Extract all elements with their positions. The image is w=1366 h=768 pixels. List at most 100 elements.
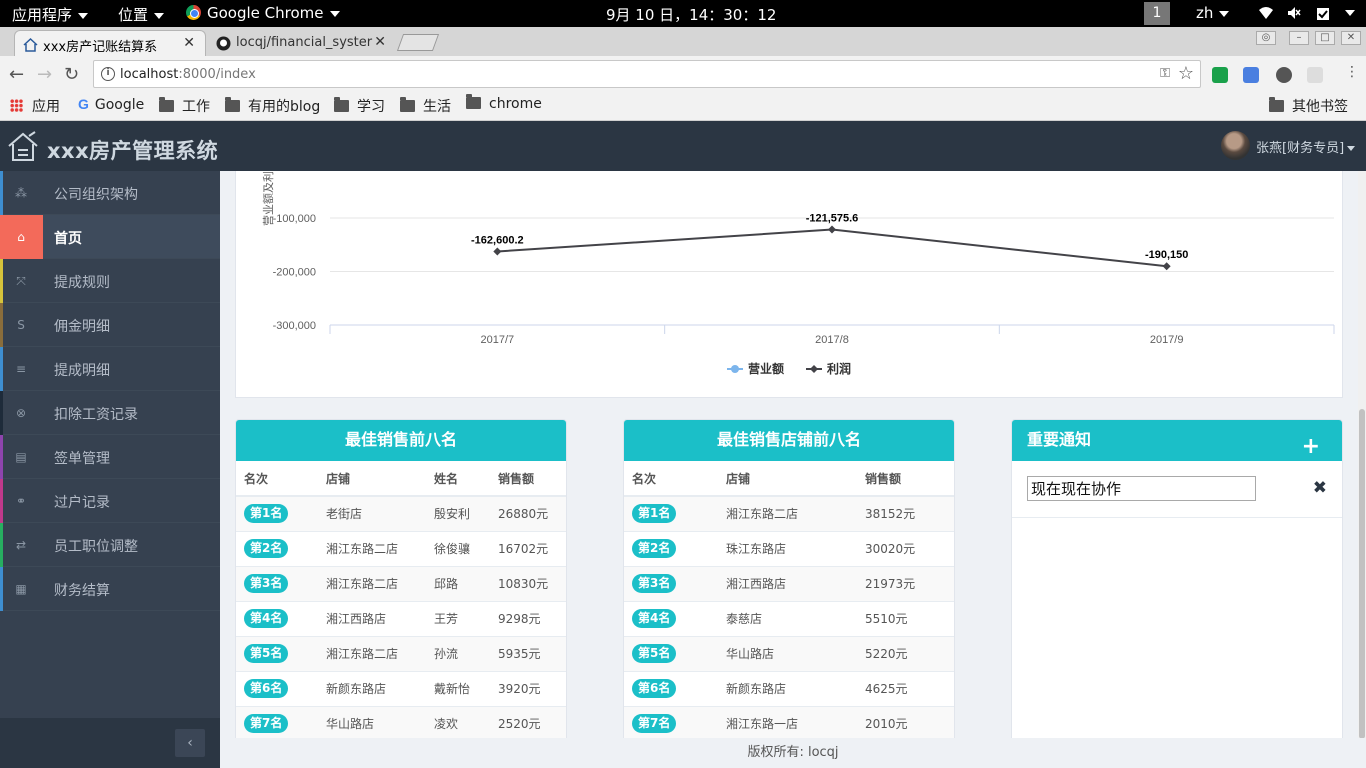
panel-title: 重要通知 [1027,430,1092,449]
table-cell: 10830元 [490,566,566,602]
sidebar-item[interactable]: ⁂ 公司组织架构 [0,171,220,215]
tab-github[interactable]: locqj/financial_syster ✕ [208,30,396,56]
table-cell: 4625元 [857,671,954,707]
collapse-sidebar-button[interactable]: ‹ [175,729,205,757]
column-header: 名次 [236,461,318,497]
sidebar-item[interactable]: ⊗ 扣除工资记录 [0,391,220,435]
key-icon[interactable]: ⚿ [1160,66,1170,81]
profile-icon[interactable]: ◎ [1256,31,1276,45]
table-row: 第4名 湘江西路店 王芳 9298元 [236,601,566,637]
table-row: 第1名 老街店 殷安利 26880元 [236,496,566,532]
close-tab-icon[interactable]: ✕ [374,34,386,50]
tab-title: locqj/financial_syster [236,35,373,50]
legend-dot-revenue [731,365,739,373]
sidebar-item[interactable]: ▦ 财务结算 [0,567,220,611]
link-icon: ⚭ [15,494,27,508]
close-tab-icon[interactable]: ✕ [183,35,195,51]
sidebar-item[interactable]: ⇄ 员工职位调整 [0,523,220,567]
item-stripe [0,303,3,347]
rank-cell: 第5名 [624,636,718,672]
bookmark-folder-study[interactable]: 学习 [334,96,385,116]
user-avatar[interactable] [1221,131,1250,160]
bookmark-folder-life[interactable]: 生活 [400,96,451,116]
user-menu[interactable]: 张燕[财务专员] [1256,137,1356,156]
sidebar: ⁂ 公司组织架构 ⌂ 首页 ⤧ 提成规则 S 佣金明细 ≡ 提成明细 ⊗ 扣除工资记录 ▤ 签单管理 ⚭ 过户… [0,171,220,768]
sidebar-item[interactable]: S 佣金明细 [0,303,220,347]
table-cell: 华山路店 [318,706,426,742]
forward-icon[interactable]: → [37,64,52,85]
delete-notice-icon[interactable]: ✖ [1313,478,1327,498]
bookmark-folder-chrome[interactable]: chrome [466,94,542,112]
item-stripe [0,391,3,435]
series-line-profit [497,228,1167,268]
bookmark-other[interactable]: 其他书签 [1269,96,1348,116]
rank-badge: 第6名 [632,679,677,698]
minimize-button[interactable]: – [1289,31,1309,45]
info-icon[interactable]: i [101,67,115,81]
menu-icon[interactable]: ⋮ [1345,64,1359,80]
applications-menu[interactable]: 应用程序 [12,4,89,25]
data-point [828,225,836,234]
sidebar-item[interactable]: ≡ 提成明细 [0,347,220,391]
form-icon: ▤ [15,450,27,464]
y-axis-title: 营业额及利润 [261,171,275,226]
bookmark-star-icon[interactable]: ☆ [1178,63,1194,84]
table-cell: 3920元 [490,671,566,707]
evernote-icon[interactable] [1276,67,1292,83]
browser-toolbar: ← → ↻ i localhost:8000/index ⚿ ☆ ⋮ [0,56,1366,92]
places-menu[interactable]: 位置 [118,4,165,25]
app-title[interactable]: xxx房产管理系统 [47,135,218,165]
clipboard-icon[interactable] [1316,6,1330,20]
y-tick-label: -300,000 [273,320,316,332]
system-top-bar: 应用程序 位置 Google Chrome 9月 10 日，14：30：12 1… [0,0,1366,27]
rank-badge: 第3名 [244,574,289,593]
rank-badge: 第5名 [244,644,289,663]
reload-icon[interactable]: ↻ [64,64,79,85]
data-label: -162,600.2 [471,234,524,246]
json-viewer-icon[interactable] [1307,67,1323,83]
system-menu[interactable] [1339,3,1355,21]
rank-badge: 第3名 [632,574,677,593]
translate-icon[interactable] [1243,67,1259,83]
clock[interactable]: 9月 10 日，14：30：12 [606,4,776,25]
new-tab-button[interactable] [396,34,440,51]
tab-strip: xxx房产记账结算系 ✕ locqj/financial_syster ✕ [0,27,1366,56]
sidebar-item-label: 提成规则 [54,275,110,291]
data-point [1162,262,1171,271]
column-header: 店铺 [718,461,857,497]
sidebar-item-label: 公司组织架构 [54,187,138,203]
scrollbar-thumb[interactable] [1359,409,1365,739]
language-menu[interactable]: zh [1196,4,1230,22]
sidebar-item[interactable]: ⚭ 过户记录 [0,479,220,523]
notice-input[interactable] [1027,476,1256,501]
bookmarks-bar: 应用 G Google 工作 有用的blog 学习 生活 chrome 其他书签 [0,92,1366,121]
maximize-button[interactable]: □ [1315,31,1335,45]
wifi-icon[interactable] [1259,6,1273,20]
bookmark-folder-blog[interactable]: 有用的blog [225,96,320,116]
bookmark-folder-work[interactable]: 工作 [159,96,210,116]
table-cell: 王芳 [426,601,490,637]
tab-active[interactable]: xxx房产记账结算系 ✕ [14,30,206,56]
table-row: 第3名 湘江东路二店 邱路 10830元 [236,566,566,602]
sidebar-item-label: 签单管理 [54,451,110,467]
volume-muted-icon[interactable] [1287,6,1301,20]
url-text[interactable]: localhost:8000/index [120,67,256,82]
legend-label-profit: 利润 [827,361,851,376]
back-icon[interactable]: ← [9,64,24,85]
app-menu[interactable]: Google Chrome [186,4,340,22]
bookmark-apps[interactable]: 应用 [10,96,60,116]
table-cell: 华山路店 [718,636,857,672]
close-window-button[interactable]: ✕ [1341,31,1361,45]
sidebar-item[interactable]: ▤ 签单管理 [0,435,220,479]
rank-cell: 第4名 [624,601,718,637]
address-bar[interactable]: i localhost:8000/index ⚿ ☆ [93,60,1201,88]
column-header: 销售额 [857,461,954,497]
bookmark-google[interactable]: G Google [78,96,144,113]
sitemap-icon: ⁂ [15,186,27,200]
extension-shield-icon[interactable] [1212,67,1228,83]
house-logo-icon [8,131,38,161]
sidebar-item[interactable]: ⤧ 提成规则 [0,259,220,303]
workspace-indicator[interactable]: 1 [1144,2,1170,25]
sidebar-item[interactable]: ⌂ 首页 [0,215,220,259]
exchange-icon: ⇄ [15,538,27,552]
